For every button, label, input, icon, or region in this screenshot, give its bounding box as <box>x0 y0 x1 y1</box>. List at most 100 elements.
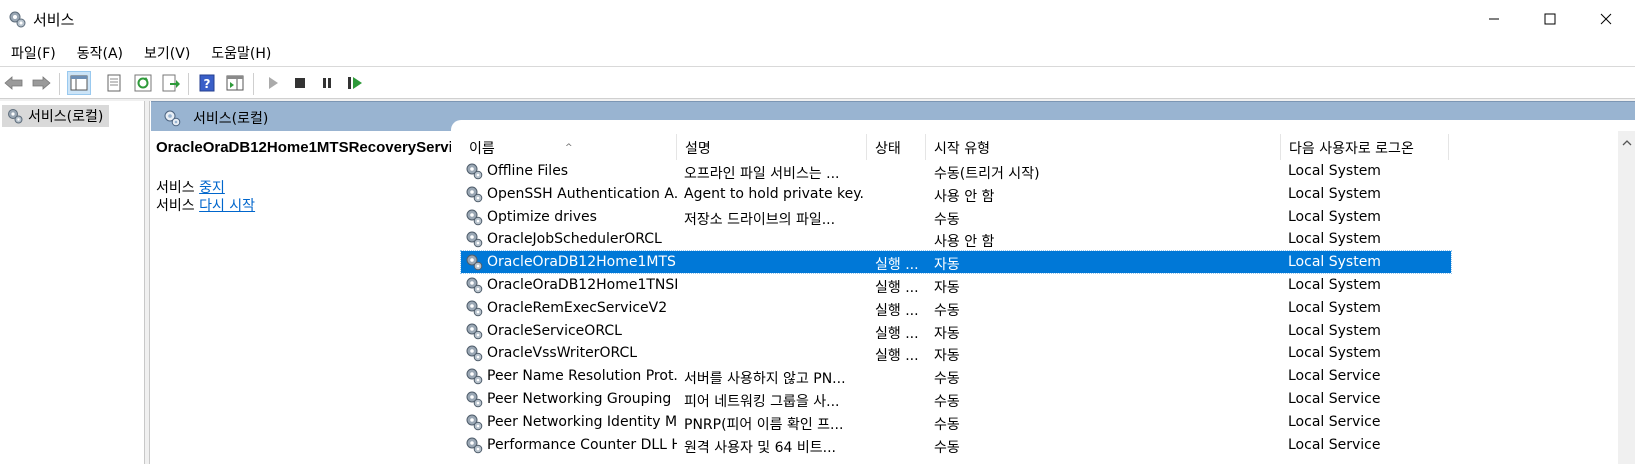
menu-file[interactable]: 파일(F) <box>0 40 66 65</box>
service-status-cell: 실행 ... <box>875 302 919 319</box>
pause-service-button[interactable] <box>315 71 339 95</box>
menu-bar: 파일(F) 동작(A) 보기(V) 도움말(H) <box>0 40 1635 65</box>
service-name-cell: Peer Name Resolution Prot... <box>487 368 677 385</box>
service-startup-type-cell: 수동 <box>934 302 960 319</box>
service-gear-icon <box>464 343 484 367</box>
stop-service-link[interactable]: 중지 <box>199 180 225 196</box>
service-row[interactable]: Peer Name Resolution Prot... 서버를 사용하지 않고 … <box>461 365 1451 387</box>
chevron-up-icon <box>1622 140 1631 146</box>
service-logon-cell: Local Service <box>1288 436 1381 453</box>
services-gear-icon <box>162 108 182 132</box>
service-gear-icon <box>464 435 484 459</box>
service-row[interactable]: OracleVssWriterORCL 실행 ... 자동 Local System <box>461 342 1451 364</box>
action-prefix: 서비스 <box>156 180 195 196</box>
service-gear-icon <box>464 366 484 390</box>
service-row[interactable]: OracleOraDB12Home1TNSLi... 실행 ... 자동 Local … <box>461 274 1451 296</box>
window-title: 서비스 <box>33 11 75 29</box>
restart-service-action: 서비스 다시 시작 <box>156 195 255 215</box>
service-name-cell: Optimize drives <box>487 208 597 225</box>
service-logon-cell: Local System <box>1288 254 1381 271</box>
service-name-cell: Offline Files <box>487 163 569 179</box>
service-gear-icon <box>464 207 484 231</box>
service-row[interactable]: Performance Counter DLL H... 원격 사용자 및 64 … <box>461 434 1451 456</box>
service-logon-cell: Local System <box>1288 322 1381 339</box>
service-description-cell: 오프라인 파일 서비스는 ... <box>684 166 840 182</box>
tree-item-services-local[interactable]: 서비스(로컬) <box>2 105 110 129</box>
show-hide-tree-icon <box>70 75 88 91</box>
back-button[interactable] <box>2 71 26 95</box>
service-row[interactable]: OracleServiceORCL 실행 ... 자동 Local System <box>461 320 1451 342</box>
properties-button[interactable] <box>102 71 126 95</box>
menu-view[interactable]: 보기(V) <box>133 40 200 65</box>
service-name-cell: OracleRemExecServiceV2 <box>487 299 668 316</box>
service-startup-type-cell: 자동 <box>934 348 960 365</box>
service-startup-type-cell: 자동 <box>934 257 960 274</box>
service-logon-cell: Local Service <box>1288 391 1381 407</box>
title-bar: 서비스 <box>0 0 1635 38</box>
service-startup-type-cell: 수동(트리거 시작) <box>934 166 1040 182</box>
service-description-cell: Agent to hold private key... <box>684 185 864 202</box>
service-logon-cell: Local System <box>1288 277 1381 293</box>
service-row[interactable]: OracleJobSchedulerORCL 사용 안 함 Local System <box>461 228 1451 250</box>
service-name-cell: OracleServiceORCL <box>487 322 622 339</box>
maximize-button[interactable] <box>1522 0 1578 38</box>
service-row[interactable]: Peer Networking Identity M... PNRP(피어 이름 … <box>461 411 1451 433</box>
service-logon-cell: Local System <box>1288 345 1381 362</box>
scroll-up-button[interactable] <box>1618 135 1635 151</box>
service-description-cell: 서버를 사용하지 않고 PN... <box>684 371 846 388</box>
services-gear-icon <box>7 9 27 29</box>
close-button[interactable] <box>1578 0 1634 38</box>
show-hide-action-pane-button[interactable] <box>223 71 247 95</box>
service-row[interactable]: Offline Files 오프라인 파일 서비스는 ... 수동(트리거 시작) L… <box>461 160 1451 182</box>
service-status-cell: 실행 ... <box>875 348 919 365</box>
toolbar: ? <box>0 66 1635 98</box>
service-row[interactable]: Peer Networking Grouping 피어 네트워킹 그룹을 사...… <box>461 388 1451 410</box>
service-row[interactable]: OpenSSH Authentication A... Agent to hold… <box>461 183 1451 205</box>
service-gear-icon <box>464 298 484 322</box>
svg-text:?: ? <box>204 77 211 91</box>
service-logon-cell: Local System <box>1288 299 1381 316</box>
services-list: 이름 ^ 설명 상태 시작 유형 다음 사용자로 로그온 Offline Fil… <box>451 120 1635 464</box>
maximize-icon <box>1544 13 1556 25</box>
restart-service-link[interactable]: 다시 시작 <box>199 198 255 214</box>
service-status-cell: 실행 ... <box>875 257 919 274</box>
service-description-cell: 원격 사용자 및 64 비트... <box>684 439 837 456</box>
help-button[interactable]: ? <box>195 71 219 95</box>
service-startup-type-cell: 수동 <box>934 416 960 433</box>
stop-service-action: 서비스 중지 <box>156 177 225 197</box>
resume-service-icon <box>348 77 362 89</box>
resume-service-button[interactable] <box>343 71 367 95</box>
sort-ascending-icon: ^ <box>565 143 573 153</box>
menu-action[interactable]: 동작(A) <box>66 40 133 65</box>
stop-service-button[interactable] <box>288 71 312 95</box>
service-startup-type-cell: 수동 <box>934 211 960 228</box>
console-tree: 서비스(로컬) <box>0 101 145 464</box>
service-startup-type-cell: 자동 <box>934 280 960 296</box>
forward-button[interactable] <box>29 71 53 95</box>
show-hide-tree-button[interactable] <box>67 71 91 95</box>
services-gear-icon <box>6 107 24 129</box>
export-list-button[interactable] <box>159 71 183 95</box>
service-name-cell: Peer Networking Grouping <box>487 391 672 407</box>
start-service-button[interactable] <box>261 71 285 95</box>
service-row[interactable]: Optimize drives 저장소 드라이브의 파일... 수동 Local Sy… <box>461 206 1451 228</box>
vertical-scrollbar[interactable] <box>1618 131 1635 464</box>
pane-header-title: 서비스(로컬) <box>193 111 269 127</box>
service-startup-type-cell: 자동 <box>934 325 960 342</box>
menu-help[interactable]: 도움말(H) <box>200 40 281 65</box>
toolbar-separator <box>59 73 60 95</box>
service-startup-type-cell: 수동 <box>934 371 960 388</box>
column-header-status[interactable]: 상태 <box>867 134 926 160</box>
refresh-button[interactable] <box>131 71 155 95</box>
service-row[interactable]: OracleRemExecServiceV2 실행 ... 수동 Local Syst… <box>461 297 1451 319</box>
service-logon-cell: Local Service <box>1288 368 1381 385</box>
minimize-button[interactable] <box>1466 0 1522 38</box>
service-row-selected[interactable]: OracleOraDB12Home1MTSR... 실행 ... 자동 Local S… <box>460 250 1452 275</box>
service-gear-icon <box>464 229 484 253</box>
column-header-description[interactable]: 설명 <box>677 134 867 160</box>
column-header-logon-as[interactable]: 다음 사용자로 로그온 <box>1281 134 1449 160</box>
column-header-startup-type[interactable]: 시작 유형 <box>926 134 1281 160</box>
pane-splitter[interactable] <box>145 101 150 464</box>
forward-icon <box>32 76 51 90</box>
service-logon-cell: Local Service <box>1288 413 1381 430</box>
